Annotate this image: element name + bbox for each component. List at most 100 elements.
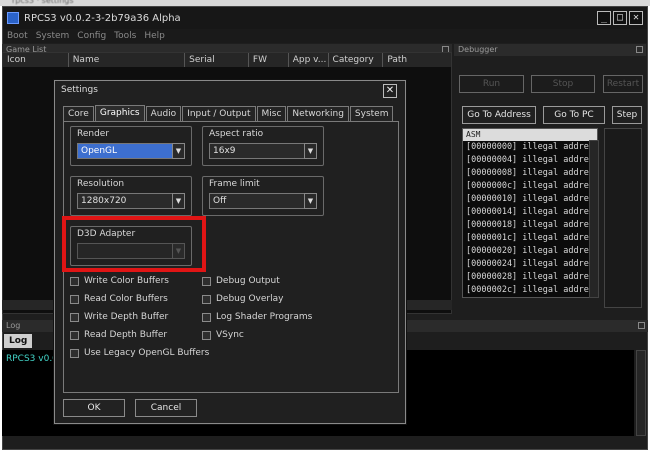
- tab-graphics[interactable]: Graphics: [94, 105, 145, 121]
- menu-help[interactable]: Help: [144, 29, 165, 43]
- close-button[interactable]: ✕: [629, 11, 643, 25]
- tab-input-output[interactable]: Input / Output: [182, 106, 256, 121]
- asm-row[interactable]: [00000020] illegal addre: [463, 245, 597, 258]
- menu-system[interactable]: System: [36, 29, 70, 43]
- log-scrollbar[interactable]: [636, 350, 646, 436]
- render-select[interactable]: OpenGL ▼: [77, 143, 185, 159]
- chevron-down-icon[interactable]: ▼: [304, 143, 317, 159]
- checkbox-box[interactable]: [70, 276, 79, 286]
- checkbox-box[interactable]: [202, 312, 211, 322]
- asm-view[interactable]: ASM [00000000] illegal addre [00000004] …: [462, 128, 598, 298]
- column-name[interactable]: Name: [69, 53, 186, 67]
- asm-row[interactable]: [00000010] illegal addre: [463, 193, 597, 206]
- tab-networking[interactable]: Networking: [287, 106, 349, 121]
- maximize-button[interactable]: □: [613, 11, 627, 25]
- menu-boot[interactable]: Boot: [7, 29, 28, 43]
- checkbox-label: VSync: [216, 330, 244, 340]
- checkbox-box[interactable]: [202, 330, 211, 340]
- tab-log[interactable]: Log: [4, 334, 33, 348]
- frame-limit-select[interactable]: Off ▼: [209, 193, 317, 209]
- dock-float-icon[interactable]: [636, 46, 643, 53]
- render-label: Render: [77, 129, 110, 139]
- checkbox-label: Read Color Buffers: [84, 294, 168, 304]
- asm-row[interactable]: [00000018] illegal addre: [463, 219, 597, 232]
- asm-header: ASM: [463, 129, 597, 141]
- column-category[interactable]: Category: [329, 53, 384, 67]
- vsync-checkbox[interactable]: VSync: [202, 330, 244, 340]
- menu-tools[interactable]: Tools: [114, 29, 136, 43]
- column-fw[interactable]: FW: [249, 53, 289, 67]
- checkbox-box[interactable]: [70, 294, 79, 304]
- render-value: OpenGL: [81, 146, 118, 156]
- dock-float-icon[interactable]: [638, 322, 645, 329]
- frame-limit-value: Off: [213, 196, 227, 206]
- aspect-ratio-group: Aspect ratio 16x9 ▼: [202, 126, 324, 166]
- stop-button[interactable]: Stop: [531, 75, 595, 93]
- checkbox-label: Log Shader Programs: [216, 312, 313, 322]
- ok-button[interactable]: OK: [63, 399, 125, 417]
- render-group: Render OpenGL ▼: [70, 126, 192, 166]
- checkbox-label: Debug Output: [216, 276, 280, 286]
- restart-button[interactable]: Restart: [603, 75, 643, 93]
- read-color-buffers-checkbox[interactable]: Read Color Buffers: [70, 294, 168, 304]
- frame-limit-group: Frame limit Off ▼: [202, 176, 324, 216]
- highlight-annotation: [62, 216, 206, 272]
- frame-limit-label: Frame limit: [209, 179, 260, 189]
- title-bar: RPCS3 v0.0.2-3-2b79a36 Alpha _ □ ✕: [3, 7, 647, 29]
- chevron-down-icon[interactable]: ▼: [172, 143, 185, 159]
- chevron-down-icon[interactable]: ▼: [304, 193, 317, 209]
- column-app-version[interactable]: App v...: [289, 53, 329, 67]
- asm-row[interactable]: [00000000] illegal addre: [463, 141, 597, 154]
- checkbox-box[interactable]: [70, 348, 79, 358]
- asm-row[interactable]: [00000004] illegal addre: [463, 154, 597, 167]
- tab-core[interactable]: Core: [63, 106, 94, 121]
- checkbox-box[interactable]: [70, 312, 79, 322]
- column-path[interactable]: Path: [383, 53, 451, 67]
- asm-row[interactable]: [00000028] illegal addre: [463, 271, 597, 284]
- run-button[interactable]: Run: [459, 75, 524, 93]
- column-icon[interactable]: Icon: [3, 53, 69, 67]
- chevron-down-icon[interactable]: ▼: [172, 193, 185, 209]
- checkbox-box[interactable]: [202, 294, 211, 304]
- resolution-group: Resolution 1280x720 ▼: [70, 176, 192, 216]
- checkbox-label: Debug Overlay: [216, 294, 284, 304]
- settings-close-button[interactable]: ✕: [383, 84, 397, 98]
- go-to-address-button[interactable]: Go To Address: [462, 106, 536, 124]
- write-depth-buffer-checkbox[interactable]: Write Depth Buffer: [70, 312, 168, 322]
- step-button[interactable]: Step: [612, 106, 642, 124]
- aspect-ratio-label: Aspect ratio: [209, 129, 264, 139]
- register-panel: [604, 128, 642, 308]
- checkbox-box[interactable]: [202, 276, 211, 286]
- browser-strip-text: rpcs3 · settings: [12, 0, 74, 5]
- asm-row[interactable]: [00000008] illegal addre: [463, 167, 597, 180]
- log-shader-programs-checkbox[interactable]: Log Shader Programs: [202, 312, 312, 322]
- debug-output-checkbox[interactable]: Debug Output: [202, 276, 280, 286]
- asm-row[interactable]: [00000024] illegal addre: [463, 258, 597, 271]
- settings-title: Settings: [61, 85, 98, 95]
- write-color-buffers-checkbox[interactable]: Write Color Buffers: [70, 276, 169, 286]
- tab-system[interactable]: System: [349, 106, 394, 121]
- asm-row[interactable]: [0000000c] illegal addre: [463, 180, 597, 193]
- use-legacy-opengl-buffers-checkbox[interactable]: Use Legacy OpenGL Buffers: [70, 348, 209, 358]
- checkbox-box[interactable]: [70, 330, 79, 340]
- asm-scrollbar[interactable]: [589, 140, 599, 298]
- asm-row[interactable]: [0000002c] illegal addre: [463, 284, 597, 297]
- asm-row[interactable]: [00000014] illegal addre: [463, 206, 597, 219]
- checkbox-label: Write Color Buffers: [84, 276, 169, 286]
- column-serial[interactable]: Serial: [185, 53, 249, 67]
- tab-audio[interactable]: Audio: [145, 106, 182, 121]
- cancel-button[interactable]: Cancel: [135, 399, 197, 417]
- resolution-label: Resolution: [77, 179, 125, 189]
- debugger-title: Debugger: [458, 45, 498, 54]
- debug-overlay-checkbox[interactable]: Debug Overlay: [202, 294, 283, 304]
- resolution-select[interactable]: 1280x720 ▼: [77, 193, 185, 209]
- debugger-header: Debugger: [454, 44, 646, 56]
- asm-row[interactable]: [0000001c] illegal addre: [463, 232, 597, 245]
- tab-misc[interactable]: Misc: [256, 106, 287, 121]
- read-depth-buffer-checkbox[interactable]: Read Depth Buffer: [70, 330, 167, 340]
- aspect-ratio-select[interactable]: 16x9 ▼: [209, 143, 317, 159]
- go-to-pc-button[interactable]: Go To PC: [543, 106, 605, 124]
- log-tabs: Log: [4, 334, 33, 348]
- menu-config[interactable]: Config: [77, 29, 106, 43]
- minimize-button[interactable]: _: [597, 11, 611, 25]
